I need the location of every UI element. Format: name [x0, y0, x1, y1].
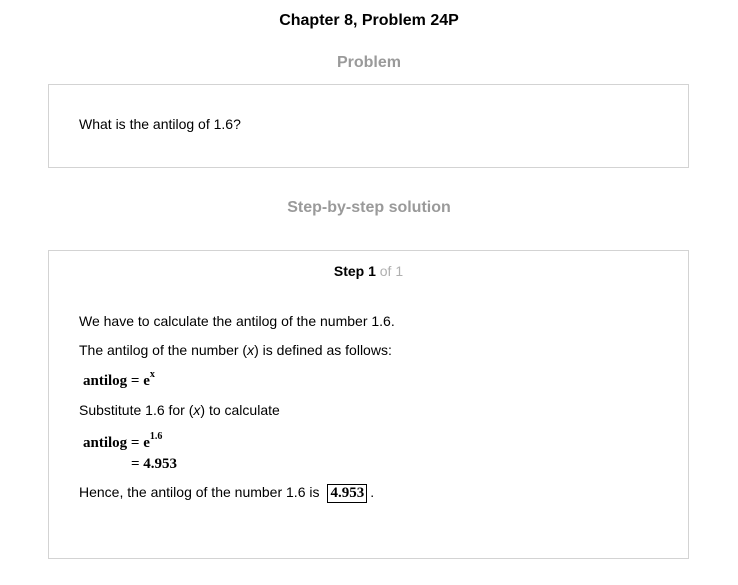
line3-after: ) to calculate — [200, 402, 280, 418]
chapter-title: Chapter 8, Problem 24P — [279, 12, 459, 29]
problem-heading: Problem — [336, 54, 401, 71]
final-period: . — [370, 484, 375, 500]
problem-text: What is the antilog of 1.6? — [79, 116, 241, 132]
equation-substitution: antilog = e1.6 — [83, 431, 163, 452]
equation-definition-lhs: antilog = e — [83, 373, 150, 389]
solution-box: Step 1 of 1 We have to calculate the ant… — [48, 250, 689, 559]
final-answer-box: 4.953 — [327, 484, 368, 503]
line2-after: ) is defined as follows: — [254, 342, 392, 358]
solution-line-1: We have to calculate the antilog of the … — [79, 313, 395, 329]
problem-box: What is the antilog of 1.6? — [48, 84, 689, 168]
solution-line-2: The antilog of the number (x) is defined… — [79, 342, 392, 358]
step-count: of 1 — [375, 263, 404, 279]
equation-definition-exponent: x — [149, 369, 155, 380]
solution-line-3: Substitute 1.6 for (x) to calculate — [79, 402, 280, 418]
equation-definition: antilog = ex — [83, 369, 155, 390]
equation-substitution-lhs: antilog = e — [83, 435, 150, 451]
line2-before: The antilog of the number ( — [79, 342, 248, 358]
conclusion-line: Hence, the antilog of the number 1.6 is 4… — [79, 484, 374, 503]
line3-before: Substitute 1.6 for ( — [79, 402, 194, 418]
conclusion-text: Hence, the antilog of the number 1.6 is — [79, 484, 320, 500]
equation-result: = 4.953 — [131, 456, 178, 472]
equation-substitution-exponent: 1.6 — [149, 431, 163, 442]
solution-heading: Step-by-step solution — [287, 199, 451, 216]
step-label: Step 1 — [333, 263, 376, 279]
step-header: Step 1 of 1 — [49, 263, 688, 279]
